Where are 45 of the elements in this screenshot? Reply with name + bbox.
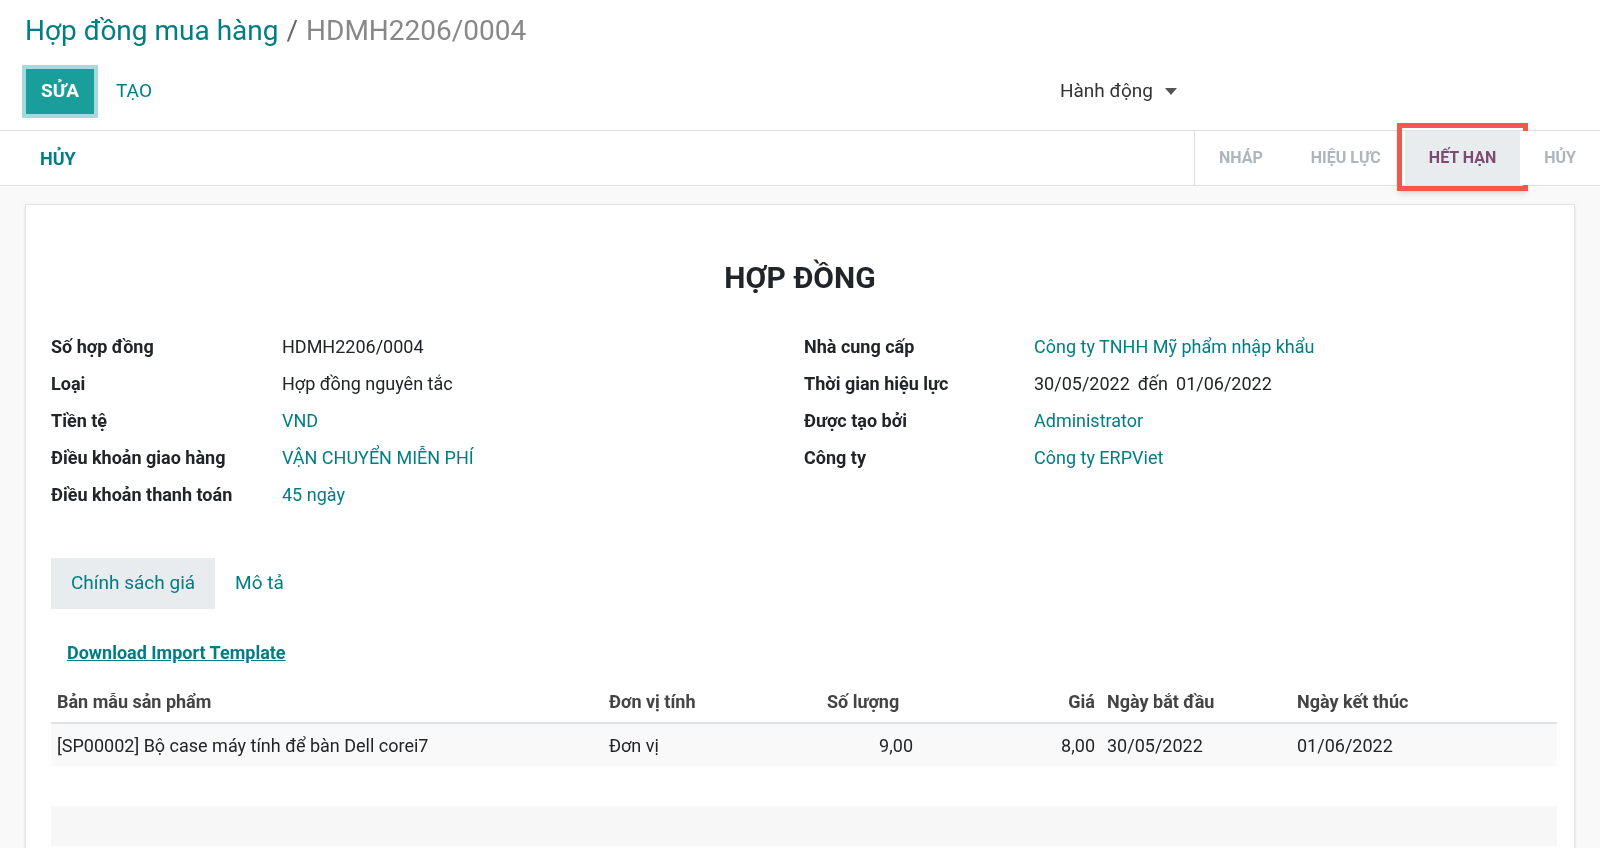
- column-header[interactable]: Bản mẫu sản phẩm: [57, 687, 212, 715]
- tab[interactable]: Chính sách giá: [51, 558, 216, 609]
- field-value: Hợp đồng nguyên tắc: [282, 372, 453, 396]
- field-link[interactable]: 45 ngày: [282, 481, 345, 508]
- edit-button[interactable]: SỬA: [22, 65, 98, 118]
- create-button[interactable]: TẠO: [98, 65, 170, 118]
- status-stage[interactable]: HẾT HẠN: [1404, 131, 1521, 185]
- breadcrumb-separator: /: [286, 13, 299, 49]
- table-cell-text: [SP00002] Bộ case máy tính để bàn Dell corei7: [57, 733, 429, 758]
- cancel-button[interactable]: HỦY: [28, 144, 88, 172]
- column-header[interactable]: Ngày bắt đầu: [1107, 687, 1215, 715]
- field-link[interactable]: VND: [282, 407, 319, 434]
- download-link[interactable]: Download Import Template: [67, 639, 286, 666]
- field-value: đến: [1137, 372, 1169, 396]
- column-header[interactable]: Số lượng: [827, 687, 900, 715]
- table-cell-text: 01/06/2022: [1297, 733, 1393, 758]
- field-link[interactable]: Công ty ERPViet: [1034, 444, 1164, 471]
- breadcrumb-current: HDMH2206/0004: [306, 13, 527, 49]
- field-value: 30/05/2022: [1034, 372, 1130, 396]
- field-label: Công ty: [804, 446, 867, 470]
- field-label: Thời gian hiệu lực: [804, 372, 950, 396]
- field-value: HDMH2206/0004: [282, 335, 424, 359]
- breadcrumb-link[interactable]: Hợp đồng mua hàng: [25, 10, 279, 52]
- field-label: Điều khoản thanh toán: [51, 483, 234, 507]
- caret-icon: [1164, 88, 1177, 95]
- table-cell-text: 30/05/2022: [1107, 733, 1203, 758]
- field-label: Điều khoản giao hàng: [51, 446, 227, 470]
- column-header[interactable]: Ngày kết thúc: [1297, 687, 1409, 715]
- field-label: Loại: [51, 372, 87, 396]
- table-cell-text: Đơn vị: [609, 733, 659, 758]
- field-value: 01/06/2022: [1176, 372, 1272, 396]
- table-cell-text: 8,00: [1061, 733, 1095, 758]
- field-label: Nhà cung cấp: [804, 335, 916, 359]
- field-label: Số hợp đồng: [51, 335, 155, 359]
- column-header[interactable]: Đơn vị tính: [609, 687, 696, 715]
- table-row[interactable]: [SP00002] Bộ case máy tính để bàn Dell corei7 Đơn vị 9,00 8,00 30/05/2022 01/06/2022: [51, 724, 1557, 766]
- field-label: Tiền tệ: [51, 409, 108, 433]
- field-link[interactable]: Công ty TNHH Mỹ phẩm nhập khẩu: [1034, 333, 1315, 360]
- table-cell-text: 9,00: [879, 733, 913, 758]
- field-link[interactable]: Administrator: [1034, 407, 1144, 434]
- column-header[interactable]: Giá: [1068, 687, 1095, 715]
- field-label: Được tạo bởi: [804, 409, 908, 433]
- actions-dropdown[interactable]: Hành động: [1059, 77, 1177, 106]
- field-link[interactable]: VẬN CHUYỂN MIỄN PHÍ: [282, 444, 474, 471]
- form-title: HỢP ĐỒNG: [723, 258, 877, 297]
